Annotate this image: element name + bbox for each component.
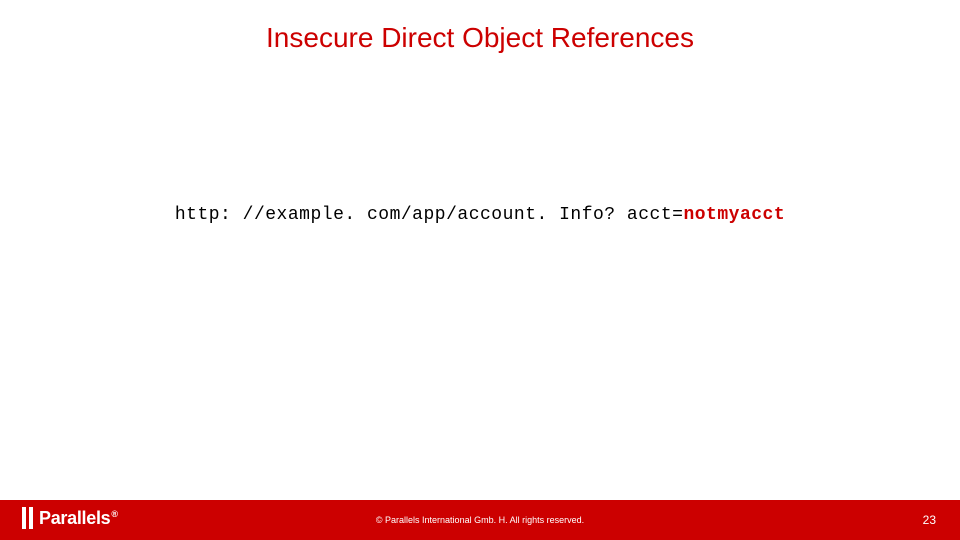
url-highlight: notmyacct <box>683 205 785 225</box>
slide: Insecure Direct Object References http: … <box>0 0 960 540</box>
slide-body: http: //example. com/app/account. Info? … <box>0 205 960 225</box>
registered-icon: ® <box>111 509 117 519</box>
slide-title: Insecure Direct Object References <box>0 22 960 54</box>
url-prefix: http: //example. com/app/account. Info? … <box>175 205 684 225</box>
logo-bars-icon <box>22 507 33 529</box>
copyright-text: © Parallels International Gmb. H. All ri… <box>376 515 584 525</box>
footer-bar: Parallels® © Parallels International Gmb… <box>0 500 960 540</box>
url-example: http: //example. com/app/account. Info? … <box>175 205 785 225</box>
logo: Parallels® <box>22 507 118 529</box>
logo-text: Parallels® <box>39 508 118 529</box>
page-number: 23 <box>923 513 936 527</box>
